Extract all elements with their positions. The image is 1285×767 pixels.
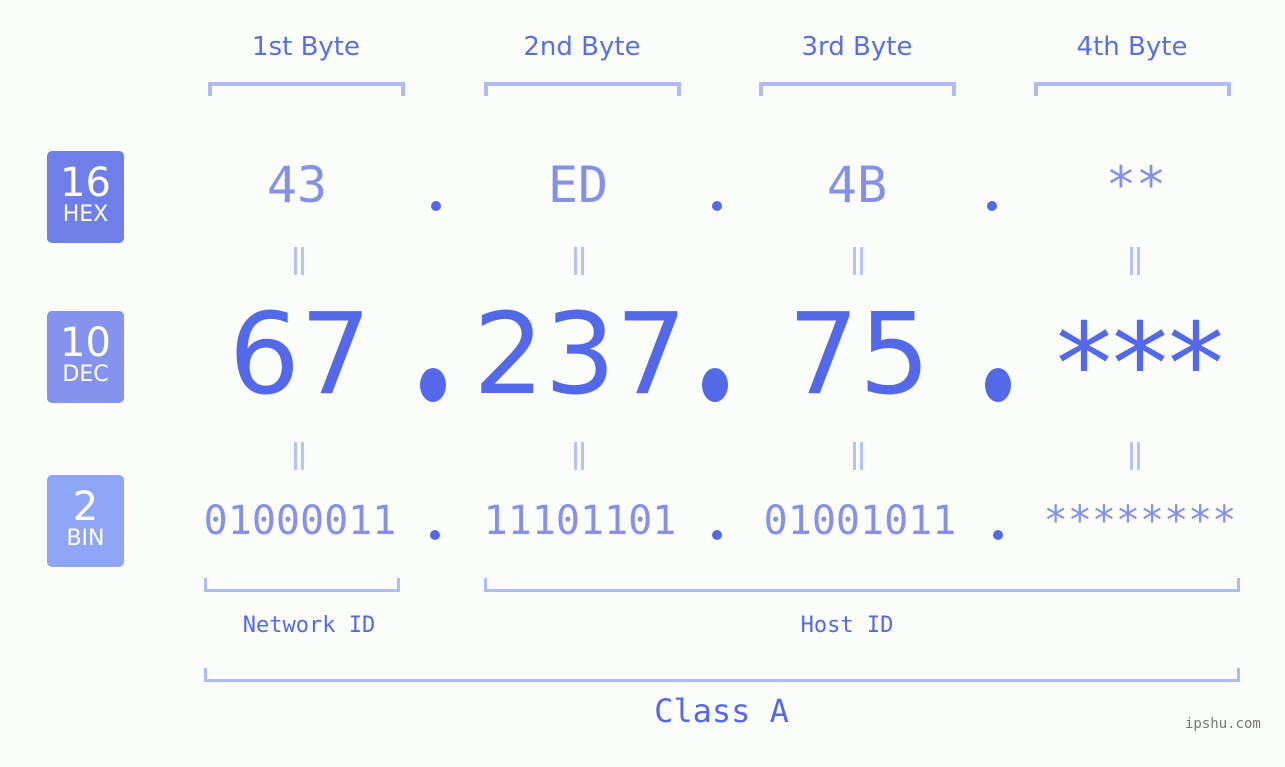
byte-label-3: 3rd Byte bbox=[801, 32, 913, 62]
bin-byte-1: 01000011 bbox=[203, 498, 397, 544]
bin-byte-3: 01001011 bbox=[763, 498, 957, 544]
equals-icon bbox=[572, 247, 586, 275]
hex-byte-4: ** bbox=[1105, 156, 1167, 214]
watermark: ipshu.com bbox=[1185, 716, 1261, 732]
hex-separator-dot bbox=[712, 201, 722, 211]
equals-icon bbox=[1128, 247, 1142, 275]
hex-byte-2: ED bbox=[547, 156, 609, 214]
dec-byte-2: 237 bbox=[473, 290, 687, 420]
dec-separator-dot bbox=[420, 368, 446, 402]
hex-badge: 16 HEX bbox=[47, 151, 124, 243]
hex-separator-dot bbox=[431, 201, 441, 211]
hex-base-number: 16 bbox=[60, 160, 111, 206]
dec-byte-1: 67 bbox=[228, 290, 372, 420]
dec-badge: 10 DEC bbox=[47, 311, 124, 403]
byte-label-4: 4th Byte bbox=[1076, 32, 1188, 62]
host-id-bracket bbox=[484, 578, 1240, 592]
bin-base-number: 2 bbox=[72, 484, 99, 530]
bin-byte-2: 11101101 bbox=[483, 498, 677, 544]
equals-icon bbox=[292, 247, 306, 275]
network-id-label: Network ID bbox=[242, 613, 376, 638]
dec-separator-dot bbox=[985, 368, 1011, 402]
bin-separator-dot bbox=[712, 530, 722, 540]
network-id-bracket bbox=[204, 578, 400, 592]
dec-separator-dot bbox=[702, 368, 728, 402]
hex-byte-3: 4B bbox=[826, 156, 888, 214]
hex-base-label: HEX bbox=[62, 202, 109, 227]
byte-label-2: 2nd Byte bbox=[523, 32, 641, 62]
byte-label-1: 1st Byte bbox=[252, 32, 360, 62]
byte-bracket-2 bbox=[484, 82, 681, 96]
byte-bracket-1 bbox=[208, 82, 405, 96]
dec-base-number: 10 bbox=[60, 320, 111, 366]
bin-badge: 2 BIN bbox=[47, 475, 124, 567]
bin-base-label: BIN bbox=[66, 526, 105, 551]
class-bracket bbox=[204, 668, 1240, 682]
equals-icon bbox=[292, 442, 306, 470]
hex-separator-dot bbox=[987, 201, 997, 211]
bin-separator-dot bbox=[430, 530, 440, 540]
byte-bracket-3 bbox=[759, 82, 956, 96]
equals-icon bbox=[572, 442, 586, 470]
dec-byte-3: 75 bbox=[787, 290, 931, 420]
equals-icon bbox=[851, 442, 865, 470]
bin-separator-dot bbox=[993, 530, 1003, 540]
byte-bracket-4 bbox=[1034, 82, 1231, 96]
dec-byte-4: *** bbox=[1056, 300, 1224, 430]
equals-icon bbox=[851, 247, 865, 275]
dec-base-label: DEC bbox=[62, 362, 109, 387]
host-id-label: Host ID bbox=[800, 613, 894, 638]
bin-byte-4: ******** bbox=[1043, 498, 1237, 544]
class-label: Class A bbox=[654, 692, 789, 730]
hex-byte-1: 43 bbox=[266, 156, 328, 214]
equals-icon bbox=[1128, 442, 1142, 470]
